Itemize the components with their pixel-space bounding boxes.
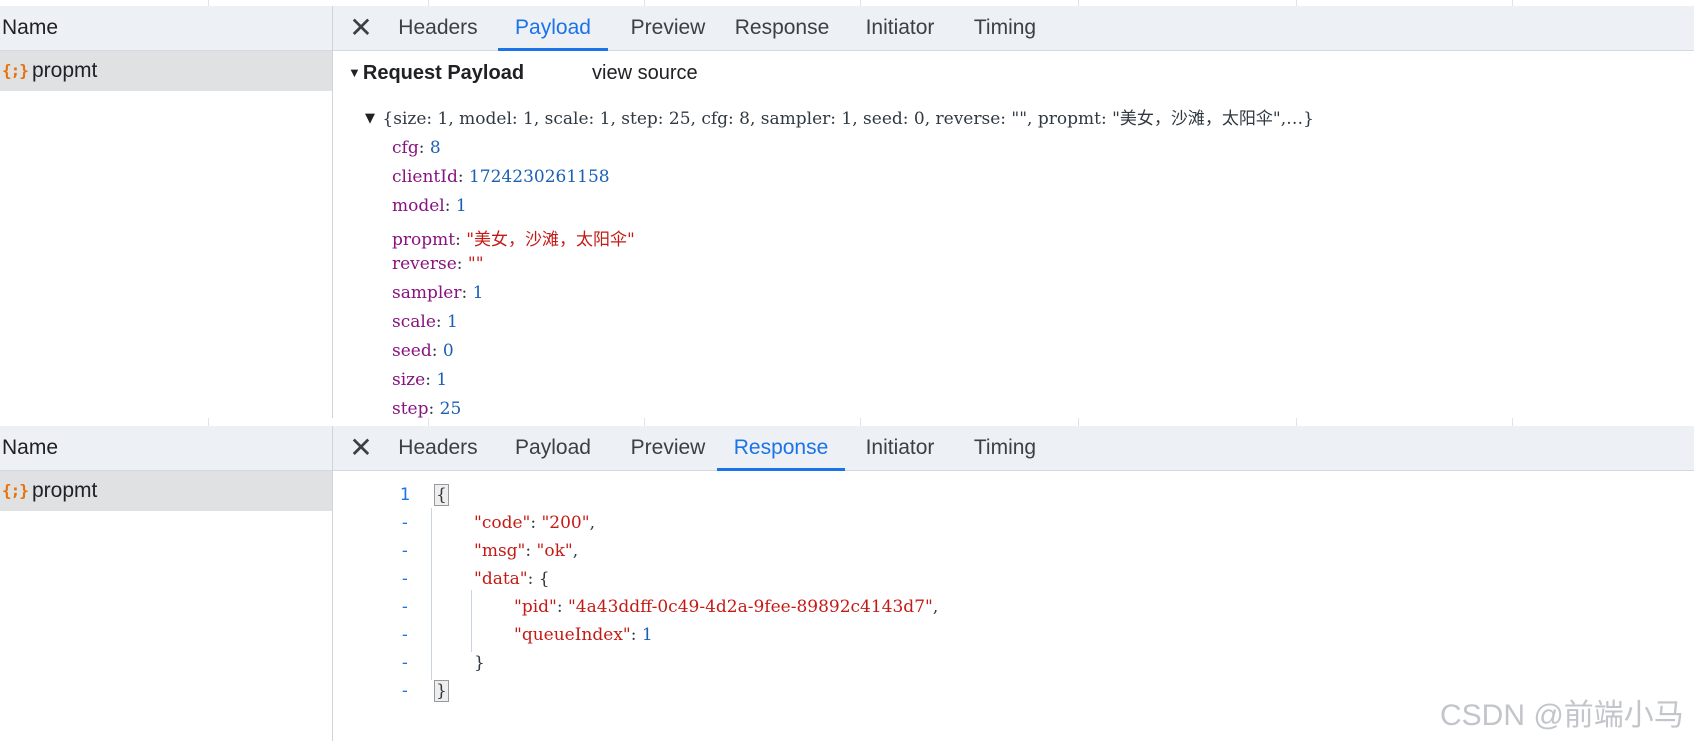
tab-response[interactable]: Response <box>717 426 845 471</box>
request-payload-section[interactable]: ▼ Request Payload <box>348 62 524 85</box>
expand-triangle-icon[interactable]: ▼ <box>365 111 375 126</box>
json-line[interactable]: "pid": "4a43ddff-0c49-4d2a-9fee-89892c41… <box>514 597 938 617</box>
tab-payload[interactable]: Payload <box>498 6 608 51</box>
details-tabbar: ✕ Headers Payload Preview Response Initi… <box>333 6 1694 51</box>
tab-initiator[interactable]: Initiator <box>850 426 950 470</box>
payload-property: scale: 1 <box>392 312 458 332</box>
payload-property: reverse: "" <box>392 254 484 274</box>
tab-payload[interactable]: Payload <box>498 426 608 470</box>
panel-divider <box>0 418 1694 426</box>
line-number: - <box>399 597 410 617</box>
payload-property: model: 1 <box>392 196 467 216</box>
tab-initiator[interactable]: Initiator <box>850 6 950 50</box>
json-line[interactable]: "code": "200", <box>474 513 595 533</box>
request-list: Name {;} propmt <box>0 426 333 741</box>
line-number: - <box>399 513 410 533</box>
details-tabbar: ✕ Headers Payload Preview Response Initi… <box>333 426 1694 471</box>
line-number: 1 <box>399 485 410 505</box>
tab-timing[interactable]: Timing <box>960 6 1050 50</box>
fetch-request-icon: {;} <box>2 61 29 80</box>
json-line[interactable]: } <box>434 680 449 702</box>
indent-guide <box>471 590 472 652</box>
payload-summary[interactable]: ▼ {size: 1, model: 1, scale: 1, step: 25… <box>365 104 1314 129</box>
request-row-propmt[interactable]: {;} propmt <box>0 471 332 511</box>
payload-property: clientId: 1724230261158 <box>392 167 610 187</box>
payload-property: propmt: "美女，沙滩，太阳伞" <box>392 230 635 250</box>
payload-property: cfg: 8 <box>392 138 441 158</box>
request-name: propmt <box>32 59 98 82</box>
fetch-request-icon: {;} <box>2 481 29 500</box>
json-line[interactable]: "data": { <box>474 569 550 589</box>
collapse-triangle-icon[interactable]: ▼ <box>348 65 361 80</box>
line-number: - <box>399 625 410 645</box>
tab-preview[interactable]: Preview <box>618 426 718 470</box>
payload-panel: Name {;} propmt ✕ Headers Payload Previe… <box>0 0 1694 419</box>
request-list: Name {;} propmt <box>0 6 333 418</box>
line-number: - <box>399 569 410 589</box>
line-number: - <box>399 653 410 673</box>
payload-property: step: 25 <box>392 399 462 419</box>
request-row-propmt[interactable]: {;} propmt <box>0 51 332 91</box>
tab-response[interactable]: Response <box>726 6 838 50</box>
name-column-header[interactable]: Name <box>0 6 332 51</box>
json-line[interactable]: "msg": "ok", <box>474 541 578 561</box>
request-name: propmt <box>32 479 98 502</box>
close-icon[interactable]: ✕ <box>349 426 373 470</box>
json-line[interactable]: { <box>434 484 449 506</box>
line-number: - <box>399 541 410 561</box>
payload-property: seed: 0 <box>392 341 454 361</box>
name-column-header[interactable]: Name <box>0 426 332 471</box>
close-icon[interactable]: ✕ <box>349 6 373 50</box>
indent-guide <box>431 508 432 680</box>
watermark: CSDN @前端小马 <box>1440 699 1684 732</box>
json-line[interactable]: } <box>474 653 485 673</box>
tab-headers[interactable]: Headers <box>388 426 488 470</box>
line-number: - <box>399 681 410 701</box>
payload-property: sampler: 1 <box>392 283 484 303</box>
payload-property: size: 1 <box>392 370 448 390</box>
json-line[interactable]: "queueIndex": 1 <box>514 625 653 645</box>
tab-timing[interactable]: Timing <box>960 426 1050 470</box>
tab-preview[interactable]: Preview <box>618 6 718 50</box>
view-source-link[interactable]: view source <box>592 62 698 85</box>
tab-headers[interactable]: Headers <box>388 6 488 50</box>
